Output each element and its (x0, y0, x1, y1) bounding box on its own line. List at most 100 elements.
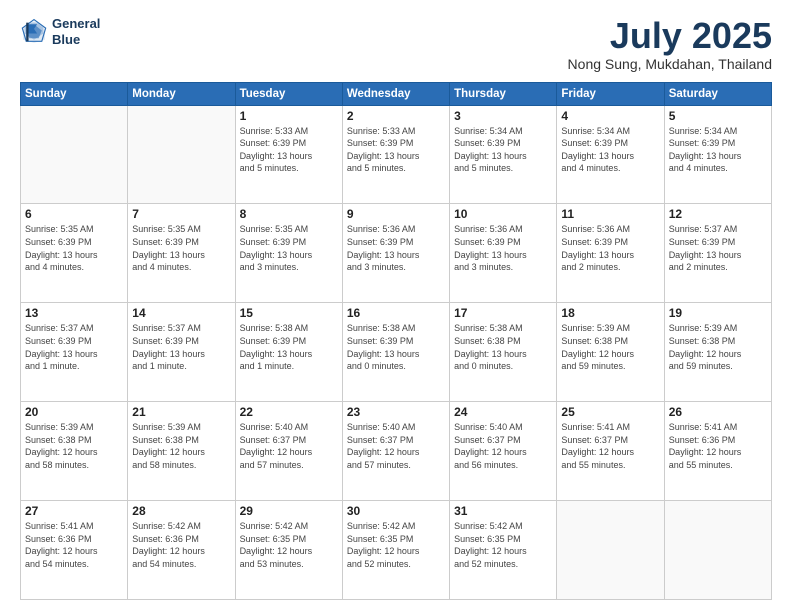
day-number: 28 (132, 504, 230, 518)
day-info: Sunrise: 5:34 AM Sunset: 6:39 PM Dayligh… (454, 125, 552, 175)
calendar-cell: 20 Sunrise: 5:39 AM Sunset: 6:38 PM Dayli… (21, 402, 128, 501)
day-info: Sunrise: 5:38 AM Sunset: 6:39 PM Dayligh… (240, 322, 338, 372)
day-info: Sunrise: 5:39 AM Sunset: 6:38 PM Dayligh… (561, 322, 659, 372)
day-number: 1 (240, 109, 338, 123)
day-number: 8 (240, 207, 338, 221)
day-info: Sunrise: 5:42 AM Sunset: 6:35 PM Dayligh… (347, 520, 445, 570)
calendar-cell: 24 Sunrise: 5:40 AM Sunset: 6:37 PM Dayli… (450, 402, 557, 501)
logo-text: General Blue (52, 16, 100, 47)
day-info: Sunrise: 5:36 AM Sunset: 6:39 PM Dayligh… (347, 223, 445, 273)
day-info: Sunrise: 5:42 AM Sunset: 6:35 PM Dayligh… (454, 520, 552, 570)
day-number: 25 (561, 405, 659, 419)
day-info: Sunrise: 5:36 AM Sunset: 6:39 PM Dayligh… (561, 223, 659, 273)
calendar-cell: 8 Sunrise: 5:35 AM Sunset: 6:39 PM Daylig… (235, 204, 342, 303)
calendar-cell: 28 Sunrise: 5:42 AM Sunset: 6:36 PM Dayli… (128, 501, 235, 600)
day-number: 31 (454, 504, 552, 518)
day-info: Sunrise: 5:37 AM Sunset: 6:39 PM Dayligh… (132, 322, 230, 372)
day-number: 11 (561, 207, 659, 221)
calendar-table: SundayMondayTuesdayWednesdayThursdayFrid… (20, 82, 772, 600)
day-number: 24 (454, 405, 552, 419)
calendar-cell (21, 105, 128, 204)
day-info: Sunrise: 5:34 AM Sunset: 6:39 PM Dayligh… (561, 125, 659, 175)
calendar-cell: 14 Sunrise: 5:37 AM Sunset: 6:39 PM Dayli… (128, 303, 235, 402)
day-number: 12 (669, 207, 767, 221)
calendar-week-1: 1 Sunrise: 5:33 AM Sunset: 6:39 PM Daylig… (21, 105, 772, 204)
day-number: 26 (669, 405, 767, 419)
day-info: Sunrise: 5:42 AM Sunset: 6:36 PM Dayligh… (132, 520, 230, 570)
calendar-cell: 27Sunrise: 5:41 AM Sunset: 6:36 PM Dayli… (21, 501, 128, 600)
day-number: 5 (669, 109, 767, 123)
calendar-cell: 12 Sunrise: 5:37 AM Sunset: 6:39 PM Dayli… (664, 204, 771, 303)
calendar-cell (664, 501, 771, 600)
calendar-cell: 3 Sunrise: 5:34 AM Sunset: 6:39 PM Daylig… (450, 105, 557, 204)
day-info: Sunrise: 5:35 AM Sunset: 6:39 PM Dayligh… (132, 223, 230, 273)
calendar-week-3: 13 Sunrise: 5:37 AM Sunset: 6:39 PM Dayli… (21, 303, 772, 402)
calendar-cell: 1 Sunrise: 5:33 AM Sunset: 6:39 PM Daylig… (235, 105, 342, 204)
calendar-cell: 26 Sunrise: 5:41 AM Sunset: 6:36 PM Dayli… (664, 402, 771, 501)
day-number: 13 (25, 306, 123, 320)
day-number: 17 (454, 306, 552, 320)
logo-icon (20, 18, 48, 46)
calendar-cell: 5Sunrise: 5:34 AM Sunset: 6:39 PM Daylig… (664, 105, 771, 204)
calendar-cell: 19Sunrise: 5:39 AM Sunset: 6:38 PM Dayli… (664, 303, 771, 402)
day-info: Sunrise: 5:36 AM Sunset: 6:39 PM Dayligh… (454, 223, 552, 273)
day-number: 7 (132, 207, 230, 221)
day-info: Sunrise: 5:42 AM Sunset: 6:35 PM Dayligh… (240, 520, 338, 570)
day-number: 21 (132, 405, 230, 419)
day-number: 15 (240, 306, 338, 320)
day-number: 10 (454, 207, 552, 221)
day-number: 4 (561, 109, 659, 123)
calendar-cell (557, 501, 664, 600)
calendar-cell: 23Sunrise: 5:40 AM Sunset: 6:37 PM Dayli… (342, 402, 449, 501)
day-number: 29 (240, 504, 338, 518)
day-number: 27 (25, 504, 123, 518)
day-number: 6 (25, 207, 123, 221)
day-number: 9 (347, 207, 445, 221)
month-title: July 2025 (568, 16, 772, 56)
calendar-cell: 4 Sunrise: 5:34 AM Sunset: 6:39 PM Daylig… (557, 105, 664, 204)
calendar-cell: 11 Sunrise: 5:36 AM Sunset: 6:39 PM Dayli… (557, 204, 664, 303)
subtitle: Nong Sung, Mukdahan, Thailand (568, 56, 772, 72)
day-number: 18 (561, 306, 659, 320)
calendar-cell: 7 Sunrise: 5:35 AM Sunset: 6:39 PM Daylig… (128, 204, 235, 303)
calendar-week-5: 27Sunrise: 5:41 AM Sunset: 6:36 PM Dayli… (21, 501, 772, 600)
day-info: Sunrise: 5:39 AM Sunset: 6:38 PM Dayligh… (25, 421, 123, 471)
calendar-cell: 30Sunrise: 5:42 AM Sunset: 6:35 PM Dayli… (342, 501, 449, 600)
title-block: July 2025 Nong Sung, Mukdahan, Thailand (568, 16, 772, 72)
day-info: Sunrise: 5:38 AM Sunset: 6:39 PM Dayligh… (347, 322, 445, 372)
day-number: 23 (347, 405, 445, 419)
header: General Blue July 2025 Nong Sung, Mukdah… (20, 16, 772, 72)
calendar-cell: 10 Sunrise: 5:36 AM Sunset: 6:39 PM Dayli… (450, 204, 557, 303)
calendar-cell: 18 Sunrise: 5:39 AM Sunset: 6:38 PM Dayli… (557, 303, 664, 402)
calendar-week-2: 6 Sunrise: 5:35 AM Sunset: 6:39 PM Daylig… (21, 204, 772, 303)
day-number: 14 (132, 306, 230, 320)
day-number: 22 (240, 405, 338, 419)
weekday-header-friday: Friday (557, 82, 664, 105)
logo: General Blue (20, 16, 100, 47)
day-number: 16 (347, 306, 445, 320)
calendar-cell: 25 Sunrise: 5:41 AM Sunset: 6:37 PM Dayli… (557, 402, 664, 501)
day-info: Sunrise: 5:41 AM Sunset: 6:36 PM Dayligh… (669, 421, 767, 471)
day-info: Sunrise: 5:33 AM Sunset: 6:39 PM Dayligh… (240, 125, 338, 175)
day-number: 2 (347, 109, 445, 123)
weekday-header-row: SundayMondayTuesdayWednesdayThursdayFrid… (21, 82, 772, 105)
calendar-cell: 9 Sunrise: 5:36 AM Sunset: 6:39 PM Daylig… (342, 204, 449, 303)
calendar-cell: 21 Sunrise: 5:39 AM Sunset: 6:38 PM Dayli… (128, 402, 235, 501)
calendar-cell: 16 Sunrise: 5:38 AM Sunset: 6:39 PM Dayli… (342, 303, 449, 402)
page: General Blue July 2025 Nong Sung, Mukdah… (0, 0, 792, 612)
weekday-header-saturday: Saturday (664, 82, 771, 105)
day-info: Sunrise: 5:40 AM Sunset: 6:37 PM Dayligh… (454, 421, 552, 471)
day-info: Sunrise: 5:39 AM Sunset: 6:38 PM Dayligh… (132, 421, 230, 471)
weekday-header-tuesday: Tuesday (235, 82, 342, 105)
calendar-cell: 13 Sunrise: 5:37 AM Sunset: 6:39 PM Dayli… (21, 303, 128, 402)
day-info: Sunrise: 5:37 AM Sunset: 6:39 PM Dayligh… (669, 223, 767, 273)
day-number: 3 (454, 109, 552, 123)
calendar-cell: 31 Sunrise: 5:42 AM Sunset: 6:35 PM Dayli… (450, 501, 557, 600)
calendar-cell: 29 Sunrise: 5:42 AM Sunset: 6:35 PM Dayli… (235, 501, 342, 600)
day-info: Sunrise: 5:38 AM Sunset: 6:38 PM Dayligh… (454, 322, 552, 372)
day-info: Sunrise: 5:35 AM Sunset: 6:39 PM Dayligh… (240, 223, 338, 273)
day-number: 20 (25, 405, 123, 419)
day-info: Sunrise: 5:41 AM Sunset: 6:37 PM Dayligh… (561, 421, 659, 471)
calendar-cell: 2Sunrise: 5:33 AM Sunset: 6:39 PM Daylig… (342, 105, 449, 204)
day-info: Sunrise: 5:37 AM Sunset: 6:39 PM Dayligh… (25, 322, 123, 372)
